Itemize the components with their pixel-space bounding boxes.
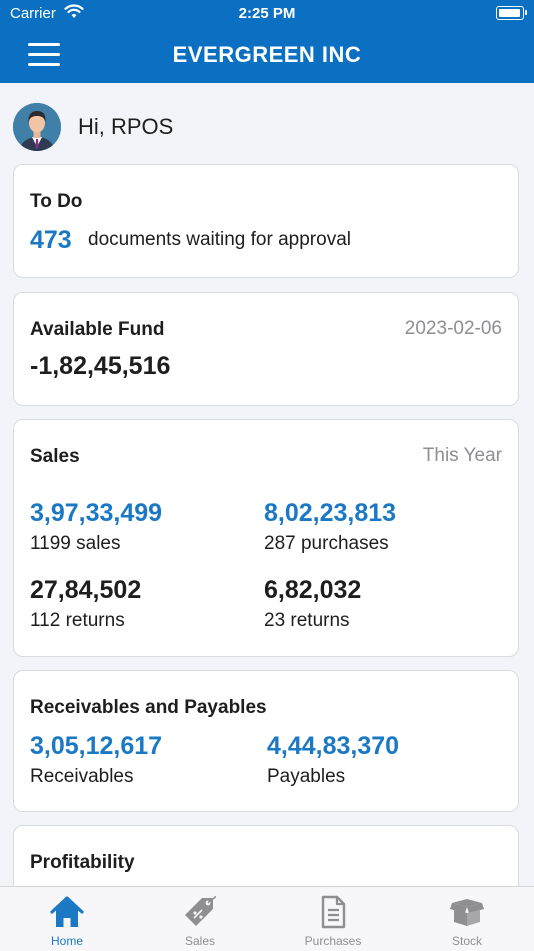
tab-sales-label: Sales — [184, 934, 216, 948]
profitability-title: Profitability — [30, 852, 135, 873]
tab-stock-label: Stock — [451, 934, 482, 948]
payables-amount: 4,44,83,370 — [267, 732, 400, 760]
fund-title: Available Fund — [30, 319, 165, 340]
user-avatar[interactable] — [13, 103, 61, 151]
document-icon — [321, 895, 346, 929]
person-icon — [13, 103, 61, 151]
sales-count-label: 1199 sales — [30, 533, 121, 554]
fund-date: 2023-02-06 — [404, 318, 502, 339]
tab-purchases[interactable]: Purchases — [266, 887, 400, 951]
payables-label: Payables — [267, 766, 346, 787]
box-icon — [450, 899, 484, 926]
greeting-text: Hi, RPOS — [78, 114, 174, 139]
pending-documents-text: documents waiting for approval — [88, 229, 351, 250]
purchase-returns-label: 23 returns — [264, 610, 350, 631]
purchases-amount: 8,02,23,813 — [264, 499, 397, 527]
tab-sales[interactable]: Sales — [133, 887, 267, 951]
available-fund-card[interactable]: Available Fund 2023-02-06 -1,82,45,516 — [13, 292, 519, 406]
status-bar: Carrier 2:25 PM — [0, 0, 534, 26]
tab-home[interactable]: Home — [0, 887, 134, 951]
sales-period: This Year — [422, 445, 502, 466]
todo-card[interactable]: To Do 473 documents waiting for approval — [13, 164, 519, 278]
sales-amount: 3,97,33,499 — [30, 499, 163, 527]
tab-home-label: Home — [50, 934, 83, 948]
fund-amount: -1,82,45,516 — [30, 352, 171, 380]
status-time: 2:25 PM — [238, 5, 296, 22]
top-navigation-bar: EVERGREEN INC — [0, 26, 534, 83]
receivables-title: Receivables and Payables — [30, 697, 267, 718]
home-icon — [50, 896, 84, 927]
receivables-label: Receivables — [30, 766, 134, 787]
tab-purchases-label: Purchases — [304, 934, 362, 948]
receivables-payables-card[interactable]: Receivables and Payables 3,05,12,617 Rec… — [13, 670, 519, 812]
purchase-returns-amount: 6,82,032 — [264, 576, 362, 604]
sales-card[interactable]: Sales This Year 3,97,33,499 1199 sales 8… — [13, 419, 519, 657]
purchases-count-label: 287 purchases — [264, 533, 389, 554]
bottom-tab-bar: Home Sales Purchases Stock — [0, 886, 534, 951]
sales-title: Sales — [30, 446, 80, 467]
tab-stock[interactable]: Stock — [400, 887, 534, 951]
sales-returns-amount: 27,84,502 — [30, 576, 142, 604]
receivables-amount: 3,05,12,617 — [30, 732, 163, 760]
todo-title: To Do — [30, 191, 83, 212]
company-title: EVERGREEN INC — [172, 42, 362, 67]
sales-returns-label: 112 returns — [30, 610, 125, 631]
pending-documents-count: 473 — [30, 226, 72, 254]
price-tag-icon — [185, 895, 216, 926]
battery-icon — [496, 6, 527, 20]
